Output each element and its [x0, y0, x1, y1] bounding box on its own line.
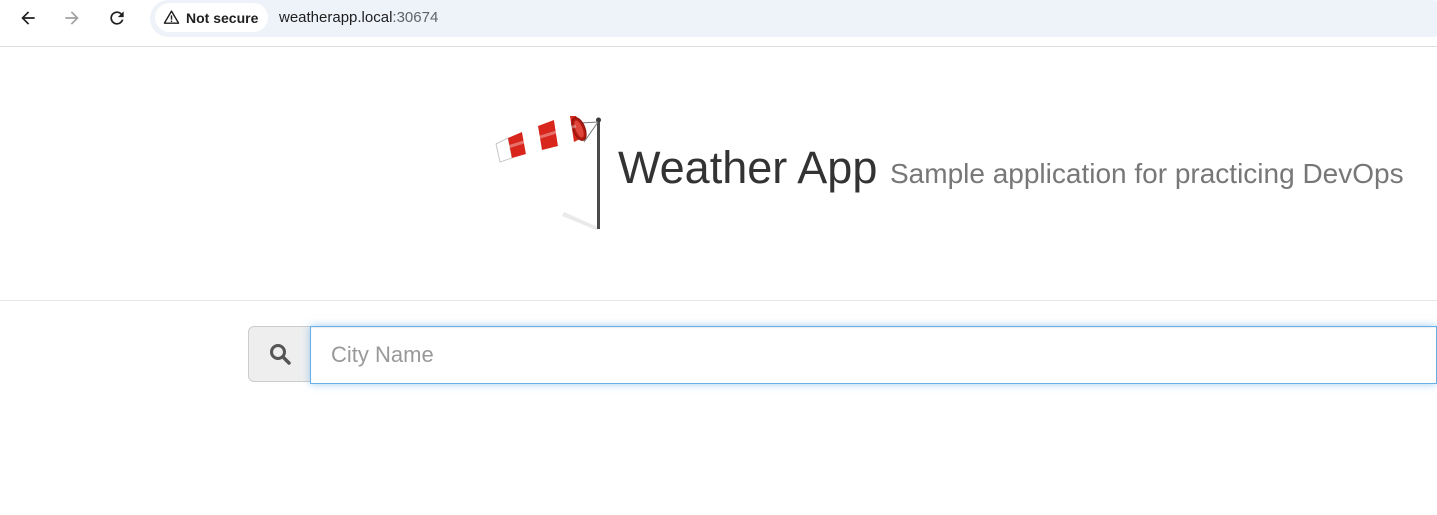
- city-search-group: [248, 326, 1437, 384]
- app-title: Weather App: [618, 142, 878, 193]
- reload-button[interactable]: [104, 5, 130, 31]
- windsock-icon: [495, 116, 601, 230]
- city-name-input[interactable]: [310, 326, 1437, 384]
- back-button[interactable]: [15, 5, 41, 31]
- forward-button[interactable]: [59, 5, 85, 31]
- app-subtitle: Sample application for practicing DevOps: [890, 158, 1404, 189]
- arrow-left-icon: [21, 11, 35, 25]
- url-text[interactable]: weatherapp.local:30674: [279, 9, 438, 26]
- url-host: weatherapp.local: [279, 9, 393, 26]
- search-addon: [248, 326, 310, 382]
- address-bar[interactable]: Not secure weatherapp.local:30674: [150, 0, 1437, 37]
- browser-toolbar: Not secure weatherapp.local:30674: [0, 0, 1437, 47]
- url-port: :30674: [392, 9, 439, 26]
- reload-icon: [110, 11, 124, 25]
- warning-triangle-icon: [163, 10, 180, 24]
- search-icon: [269, 344, 291, 365]
- arrow-right-icon: [65, 11, 79, 25]
- security-indicator[interactable]: Not secure: [155, 3, 269, 32]
- security-label: Not secure: [186, 9, 259, 26]
